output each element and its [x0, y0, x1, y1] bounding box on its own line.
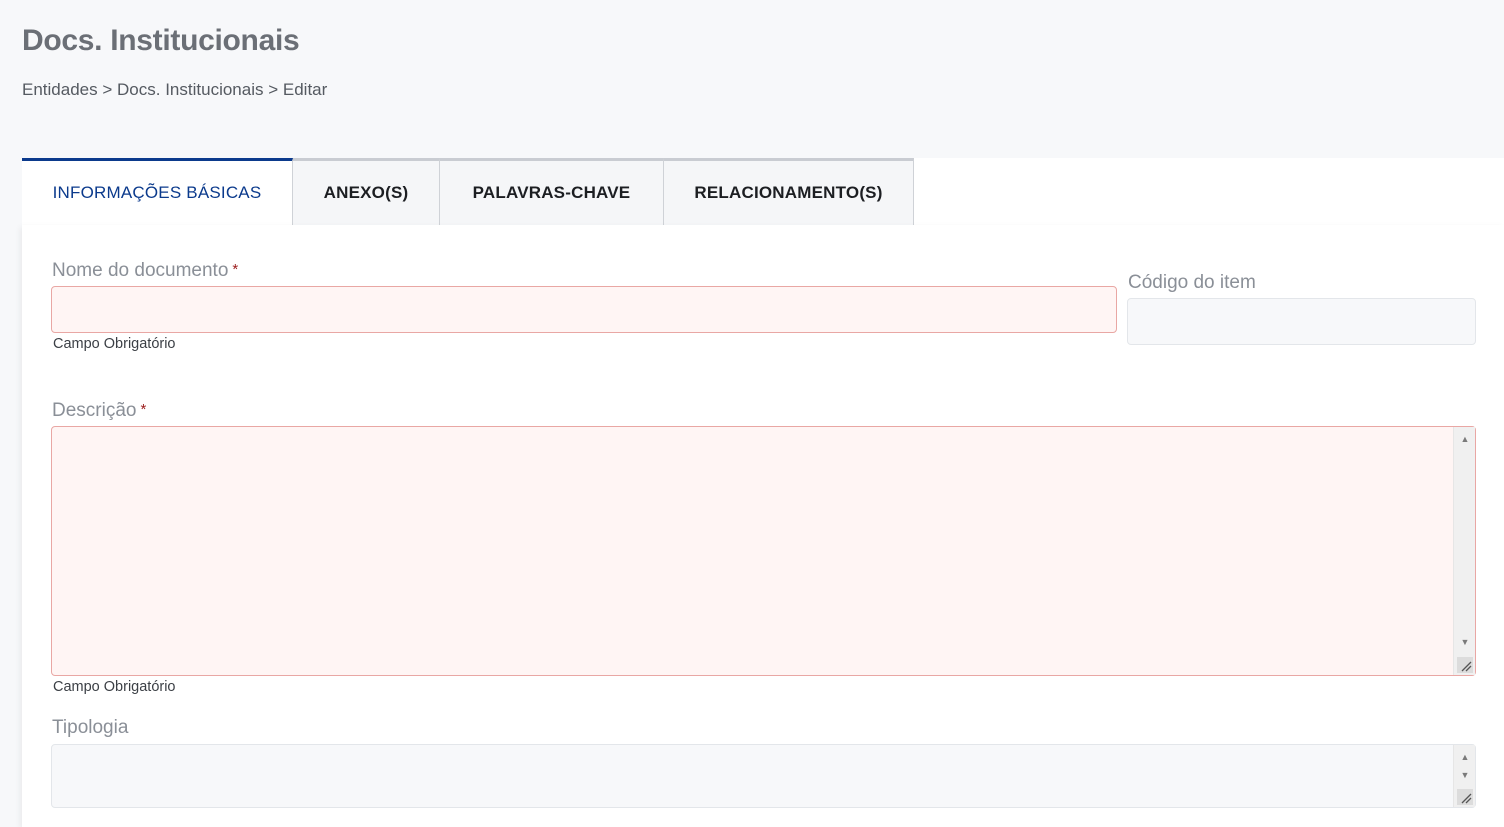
page-header: Docs. Institucionais Entidades > Docs. I…	[22, 24, 327, 100]
descricao-label: Descrição *	[52, 400, 146, 422]
breadcrumb: Entidades > Docs. Institucionais > Edita…	[22, 80, 327, 100]
scroll-up-icon[interactable]: ▲	[1454, 433, 1476, 445]
descricao-hint: Campo Obrigatório	[53, 679, 176, 695]
form-card: Nome do documento * Campo Obrigatório Cód…	[22, 225, 1504, 827]
breadcrumb-item-entidades[interactable]: Entidades	[22, 80, 98, 100]
scroll-down-icon[interactable]: ▼	[1454, 636, 1476, 648]
descricao-label-text: Descrição	[52, 400, 137, 421]
tab-informacoes-basicas[interactable]: INFORMAÇÕES BÁSICAS	[22, 158, 293, 225]
scroll-up-icon[interactable]: ▲	[1454, 751, 1476, 763]
breadcrumb-separator: >	[102, 80, 113, 99]
required-mark: *	[232, 261, 239, 278]
tipologia-label: Tipologia	[52, 717, 129, 738]
resize-handle-icon[interactable]	[1457, 789, 1473, 805]
tipologia-textarea[interactable]: ▲ ▼	[51, 744, 1476, 808]
descricao-scrollbar[interactable]: ▲ ▼	[1453, 427, 1475, 675]
tab-anexos[interactable]: ANEXO(S)	[293, 158, 440, 225]
codigo-item-input	[1127, 298, 1476, 345]
tab-bar: INFORMAÇÕES BÁSICAS ANEXO(S) PALAVRAS-CH…	[22, 158, 914, 225]
nome-hint: Campo Obrigatório	[53, 336, 176, 352]
breadcrumb-separator: >	[268, 80, 279, 99]
nome-label-text: Nome do documento	[52, 260, 229, 281]
page-title: Docs. Institucionais	[22, 24, 300, 57]
nome-label: Nome do documento *	[52, 260, 238, 282]
scroll-down-icon[interactable]: ▼	[1454, 769, 1476, 781]
descricao-textarea[interactable]: ▲ ▼	[51, 426, 1476, 676]
breadcrumb-item-editar: Editar	[282, 80, 328, 99]
nome-documento-input[interactable]	[51, 286, 1117, 333]
breadcrumb-item-docs[interactable]: Docs. Institucionais	[117, 80, 263, 100]
tab-relacionamentos[interactable]: RELACIONAMENTO(S)	[664, 158, 914, 225]
required-mark: *	[140, 401, 147, 418]
codigo-label: Código do item	[1128, 272, 1256, 293]
tabs-left-gutter	[0, 158, 22, 225]
tab-palavras-chave[interactable]: PALAVRAS-CHAVE	[440, 158, 664, 225]
resize-handle-icon[interactable]	[1457, 657, 1473, 673]
